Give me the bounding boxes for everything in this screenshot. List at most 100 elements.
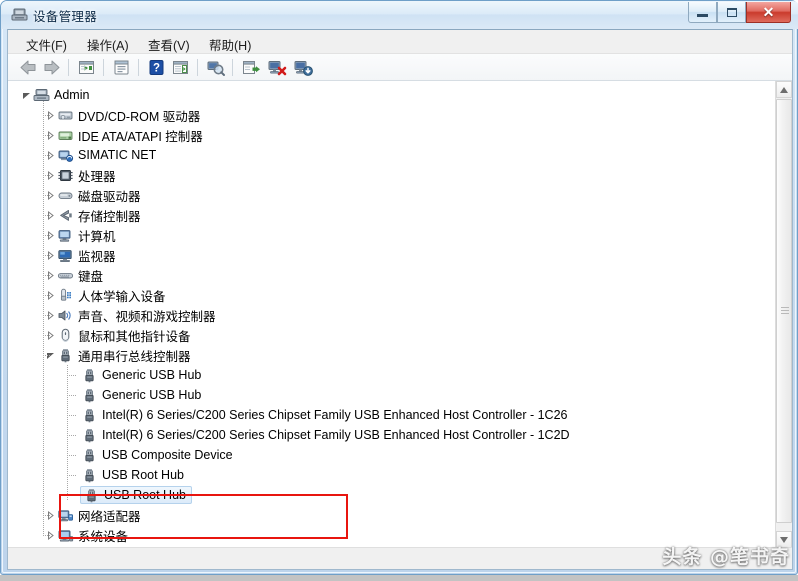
up-one-level-icon[interactable] bbox=[77, 58, 96, 82]
tree-node-label: Intel(R) 6 Series/C200 Series Chipset Fa… bbox=[102, 408, 568, 422]
tree-connector-line bbox=[67, 495, 77, 496]
tree-node-category[interactable]: IDE ATA/ATAPI 控制器 bbox=[44, 125, 203, 145]
tree-node-category[interactable]: SIMATIC NET bbox=[44, 145, 156, 165]
scan-hardware-changes-icon[interactable] bbox=[206, 58, 226, 82]
title-bar[interactable]: 设备管理器 ✕ bbox=[1, 1, 798, 29]
tree-node-label: 处理器 bbox=[78, 169, 116, 184]
back-icon[interactable] bbox=[18, 58, 38, 82]
tree-connector-line bbox=[43, 295, 51, 296]
tree-node-root[interactable]: Admin bbox=[20, 85, 89, 105]
tree-node-device[interactable]: Generic USB Hub bbox=[68, 385, 201, 405]
tree-connector-line bbox=[67, 375, 77, 376]
node-content: 通用串行总线控制器 bbox=[56, 346, 191, 365]
tree-node-device[interactable]: Intel(R) 6 Series/C200 Series Chipset Fa… bbox=[68, 405, 567, 425]
properties-icon[interactable] bbox=[112, 58, 131, 82]
storage-controller-icon bbox=[56, 207, 74, 223]
node-content: 系统设备 bbox=[56, 526, 128, 545]
maximize-button[interactable] bbox=[717, 2, 746, 23]
tree-connector-line bbox=[67, 395, 77, 396]
device-manager-icon bbox=[11, 7, 28, 23]
disable-device-icon[interactable] bbox=[267, 58, 287, 82]
sound-icon bbox=[56, 307, 74, 323]
node-content: 处理器 bbox=[56, 166, 116, 185]
expand-triangle-expanded-icon[interactable] bbox=[20, 85, 32, 105]
tree-connector-line bbox=[67, 455, 77, 456]
tree-connector-line bbox=[43, 255, 51, 256]
node-content: USB Composite Device bbox=[80, 447, 233, 463]
scroll-up-button[interactable] bbox=[776, 81, 792, 98]
svg-text:?: ? bbox=[153, 62, 160, 74]
computer-node-icon bbox=[56, 227, 74, 243]
node-content: DVD/CD-ROM 驱动器 bbox=[56, 106, 200, 125]
tree-connector-line bbox=[43, 155, 51, 156]
tree-node-category[interactable]: 鼠标和其他指针设备 bbox=[44, 325, 191, 345]
tree-node-category[interactable]: 通用串行总线控制器 bbox=[44, 345, 191, 365]
tree-node-category[interactable]: 人体学输入设备 bbox=[44, 285, 166, 305]
tree-node-device[interactable]: Intel(R) 6 Series/C200 Series Chipset Fa… bbox=[68, 425, 570, 445]
node-content: 人体学输入设备 bbox=[56, 286, 166, 305]
tree-node-label: 磁盘驱动器 bbox=[78, 189, 141, 204]
usb-icon bbox=[80, 447, 98, 463]
toolbar: ? bbox=[8, 54, 792, 81]
close-button[interactable]: ✕ bbox=[746, 2, 791, 23]
network-card-icon bbox=[56, 147, 74, 163]
tree-node-device[interactable]: USB Root Hub bbox=[68, 465, 184, 485]
usb-icon bbox=[80, 427, 98, 443]
tree-node-category[interactable]: 键盘 bbox=[44, 265, 103, 285]
node-content: 计算机 bbox=[56, 226, 116, 245]
scrollbar-thumb[interactable] bbox=[776, 99, 792, 523]
vertical-scrollbar[interactable] bbox=[775, 81, 792, 548]
menu-file[interactable]: 文件(F) bbox=[20, 33, 73, 56]
tree-node-device[interactable]: USB Root Hub bbox=[68, 485, 192, 505]
computer-icon bbox=[32, 87, 50, 103]
tree-node-label: Admin bbox=[54, 88, 90, 102]
tree-connector-line bbox=[43, 115, 51, 116]
tree-node-label: USB Root Hub bbox=[104, 488, 186, 502]
tree-node-label: IDE ATA/ATAPI 控制器 bbox=[78, 129, 203, 144]
client-area: 文件(F) 操作(A) 查看(V) 帮助(H) ? Admin DVD/CD-R… bbox=[7, 29, 793, 570]
update-driver-icon[interactable] bbox=[241, 58, 261, 82]
tree-node-device[interactable]: USB Composite Device bbox=[68, 445, 233, 465]
disk-drive-icon bbox=[56, 187, 74, 203]
tree-node-category[interactable]: 网络适配器 bbox=[44, 505, 141, 525]
toolbar-separator-3 bbox=[138, 59, 139, 76]
tree-connector-line bbox=[43, 315, 51, 316]
tree-node-category[interactable]: DVD/CD-ROM 驱动器 bbox=[44, 105, 200, 125]
tree-node-label: 计算机 bbox=[78, 229, 116, 244]
tree-node-label: DVD/CD-ROM 驱动器 bbox=[78, 109, 201, 124]
tree-connector-line bbox=[67, 475, 77, 476]
minimize-button[interactable] bbox=[688, 2, 717, 23]
tree-node-category[interactable]: 声音、视频和游戏控制器 bbox=[44, 305, 216, 325]
processor-icon bbox=[56, 167, 74, 183]
forward-icon[interactable] bbox=[42, 58, 62, 82]
tree-node-device[interactable]: Generic USB Hub bbox=[68, 365, 201, 385]
tree-node-category[interactable]: 计算机 bbox=[44, 225, 116, 245]
uninstall-device-icon[interactable] bbox=[293, 58, 313, 82]
tree-node-category[interactable]: 存储控制器 bbox=[44, 205, 141, 225]
node-content: Generic USB Hub bbox=[80, 367, 201, 383]
tree-connector-line bbox=[43, 135, 51, 136]
tree-connector-line bbox=[43, 235, 51, 236]
tree-node-label: 存储控制器 bbox=[78, 209, 141, 224]
node-content: Generic USB Hub bbox=[80, 387, 201, 403]
tree-node-label: 网络适配器 bbox=[78, 509, 141, 524]
tree-node-category[interactable]: 系统设备 bbox=[44, 525, 128, 545]
tree-node-label: 系统设备 bbox=[78, 529, 129, 544]
node-content: SIMATIC NET bbox=[56, 147, 156, 163]
menu-help[interactable]: 帮助(H) bbox=[203, 33, 257, 56]
device-tree[interactable]: Admin DVD/CD-ROM 驱动器 IDE ATA/ATAPI 控制器 SIM… bbox=[8, 81, 792, 548]
menu-view[interactable]: 查看(V) bbox=[142, 33, 196, 56]
tree-node-category[interactable]: 处理器 bbox=[44, 165, 116, 185]
keyboard-icon bbox=[56, 267, 74, 283]
window-title: 设备管理器 bbox=[33, 10, 98, 24]
tree-connector-line bbox=[43, 335, 51, 336]
tree-node-label: 通用串行总线控制器 bbox=[78, 349, 191, 364]
help-icon[interactable]: ? bbox=[147, 58, 166, 82]
menu-action[interactable]: 操作(A) bbox=[81, 33, 135, 56]
node-content: 声音、视频和游戏控制器 bbox=[56, 306, 216, 325]
node-content: 网络适配器 bbox=[56, 506, 141, 525]
tree-node-category[interactable]: 监视器 bbox=[44, 245, 116, 265]
show-hidden-devices-icon[interactable] bbox=[171, 58, 190, 82]
tree-node-category[interactable]: 磁盘驱动器 bbox=[44, 185, 141, 205]
tree-connector-line bbox=[43, 175, 51, 176]
